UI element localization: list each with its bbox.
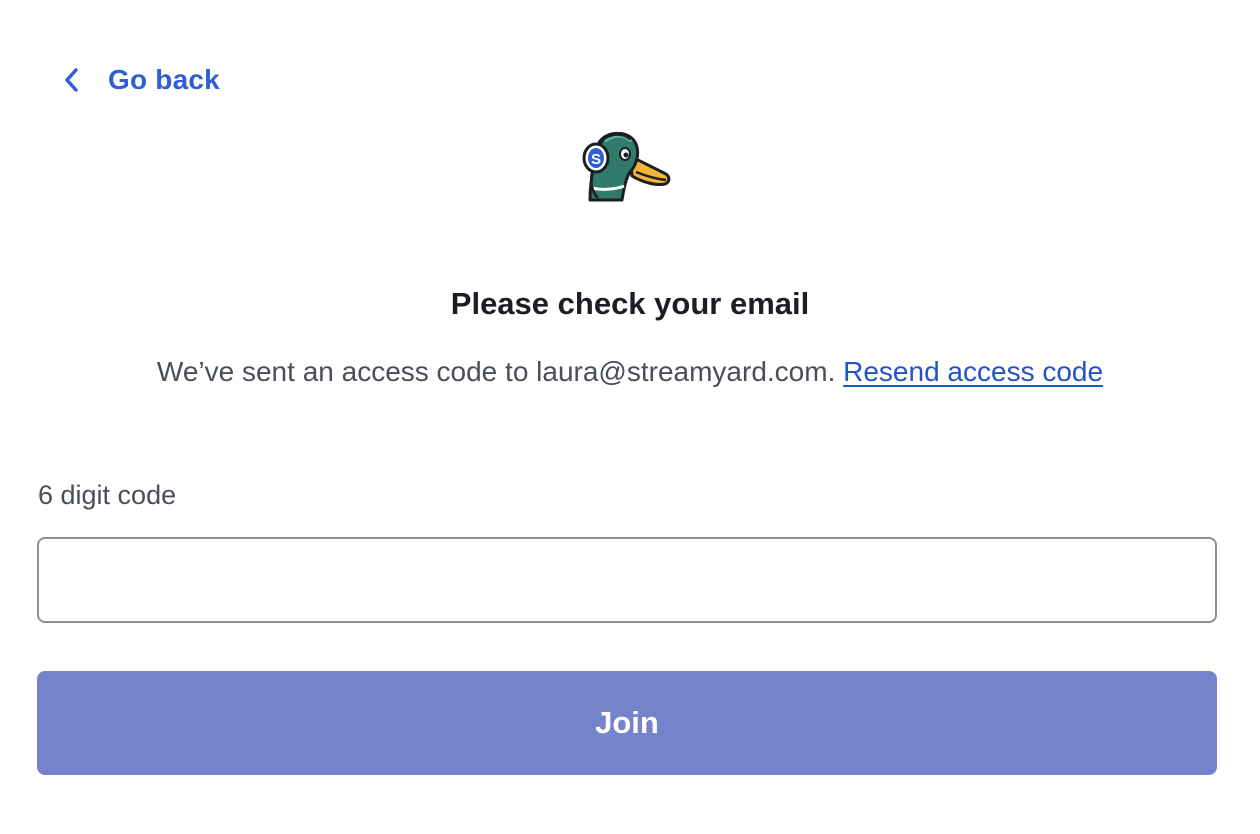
code-input[interactable] [37, 537, 1217, 623]
streamyard-duck-logo: S [580, 126, 676, 206]
page-title: Please check your email [450, 286, 810, 321]
join-button[interactable]: Join [37, 671, 1217, 775]
go-back-link[interactable]: Go back [60, 58, 220, 102]
code-field-label: 6 digit code [38, 480, 177, 510]
chevron-left-icon[interactable] [60, 65, 82, 95]
resend-access-code-link[interactable]: Resend access code [843, 356, 1103, 387]
go-back-label[interactable]: Go back [108, 64, 220, 96]
access-code-message: We’ve sent an access code to laura@strea… [0, 356, 1260, 388]
svg-text:S: S [591, 151, 601, 168]
access-code-message-text: We’ve sent an access code to laura@strea… [156, 356, 836, 387]
